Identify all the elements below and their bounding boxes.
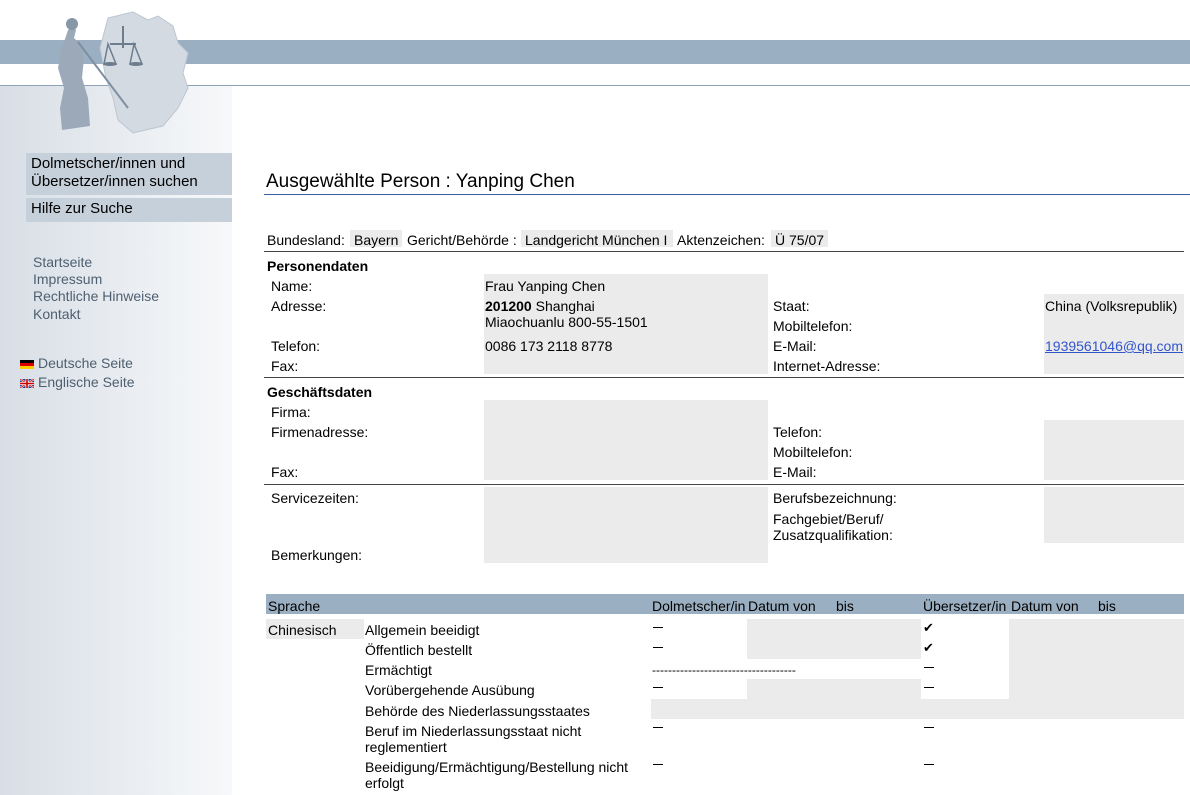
link-english-page[interactable]: Englische Seite bbox=[20, 374, 135, 391]
row-nicht-erfolgt-line1: Beeidigung/Ermächtigung/Bestellung nicht bbox=[365, 759, 629, 775]
behoerde-value-box bbox=[651, 699, 1184, 719]
geschaeftsdaten-heading: Geschäftsdaten bbox=[267, 384, 373, 400]
no-mark bbox=[924, 687, 934, 688]
col-dolmetscher: Dolmetscher/in bbox=[652, 598, 746, 614]
row-beruf-nicht-reglementiert-line2: reglementiert bbox=[365, 739, 447, 755]
no-mark bbox=[653, 627, 663, 628]
link-kontakt[interactable]: Kontakt bbox=[33, 306, 80, 323]
dolmetscher-date-cells bbox=[747, 619, 921, 659]
geschaeft-telefon-label: Telefon: bbox=[773, 424, 823, 440]
search-label-line2: Übersetzer/innen suchen bbox=[31, 173, 198, 190]
no-mark bbox=[924, 667, 934, 668]
row-nicht-erfolgt-line2: erfolgt bbox=[365, 775, 404, 791]
check-icon: ✔ bbox=[923, 620, 934, 635]
adresse-street: Miaochuanlu 800-55-1501 bbox=[485, 314, 648, 330]
geschaeft-fax-label: Fax: bbox=[271, 464, 299, 480]
geschaeftsdaten-value-box bbox=[484, 400, 768, 480]
service-value-box bbox=[484, 487, 768, 563]
col-datum-von-2: Datum von bbox=[1011, 598, 1079, 614]
geschaeftsdaten-right-box bbox=[1044, 420, 1184, 480]
mobil-label: Mobiltelefon: bbox=[773, 318, 853, 334]
search-help-label: Hilfe zur Suche bbox=[31, 200, 133, 217]
col-uebersetzer: Übersetzer/in bbox=[923, 598, 1007, 614]
no-mark bbox=[653, 647, 663, 648]
title-rule bbox=[264, 194, 1190, 195]
link-startseite[interactable]: Startseite bbox=[33, 254, 92, 271]
aktenzeichen-value: Ü 75/07 bbox=[775, 232, 825, 248]
firmenadresse-label: Firmenadresse: bbox=[271, 424, 369, 440]
service-label: Servicezeiten: bbox=[271, 490, 359, 506]
col-sprache: Sprache bbox=[268, 598, 321, 614]
uk-flag-icon bbox=[20, 378, 34, 388]
personendaten-heading: Personendaten bbox=[267, 258, 369, 274]
row-voruebergehende-ausuebung: Vorübergehende Ausübung bbox=[365, 682, 535, 698]
german-page-label: Deutsche Seite bbox=[38, 355, 133, 371]
row-behoerde: Behörde des Niederlassungsstaates bbox=[365, 703, 590, 719]
bemerkungen-label: Bemerkungen: bbox=[271, 547, 363, 563]
divider bbox=[264, 377, 1184, 378]
geschaeft-email-label: E-Mail: bbox=[773, 464, 817, 480]
fachgebiet-label-line2: Zusatzqualifikation: bbox=[773, 527, 893, 543]
justitia-germany-logo bbox=[58, 11, 189, 134]
row-allgemein-beeidigt: Allgemein beeidigt bbox=[365, 622, 480, 638]
check-icon: ✔ bbox=[923, 640, 934, 655]
language-name: Chinesisch bbox=[268, 622, 337, 638]
uebersetzer-date-cells bbox=[1009, 619, 1184, 699]
search-interpreters-button[interactable]: Dolmetscher/innen und Übersetzer/innen s… bbox=[26, 153, 232, 195]
staat-label: Staat: bbox=[773, 298, 810, 314]
divider bbox=[264, 251, 1184, 252]
gericht-label: Gericht/Behörde : bbox=[407, 232, 517, 248]
divider bbox=[264, 484, 1184, 485]
row-oeffentlich-bestellt: Öffentlich bestellt bbox=[365, 642, 473, 658]
email-link-text[interactable]: 1939561046@qq.com bbox=[1045, 338, 1183, 354]
adresse-city: Shanghai bbox=[531, 298, 595, 314]
name-label: Name: bbox=[271, 278, 313, 294]
aktenzeichen-label: Aktenzeichen: bbox=[677, 232, 765, 248]
english-page-label: Englische Seite bbox=[38, 374, 135, 390]
firma-label: Firma: bbox=[271, 404, 311, 420]
email-label: E-Mail: bbox=[773, 338, 817, 354]
no-mark bbox=[653, 727, 663, 728]
link-german-page[interactable]: Deutsche Seite bbox=[20, 355, 133, 372]
search-help-button[interactable]: Hilfe zur Suche bbox=[26, 198, 232, 222]
adresse-plz: 201200 bbox=[485, 298, 532, 314]
fax-label: Fax: bbox=[271, 358, 299, 374]
beruf-label: Berufsbezeichnung: bbox=[773, 490, 897, 506]
dolmetscher-date-cells bbox=[747, 679, 921, 699]
row-ermaechtigt: Ermächtigt bbox=[365, 662, 432, 678]
col-datum-von-1: Datum von bbox=[748, 598, 816, 614]
bundesland-label: Bundesland: bbox=[267, 232, 345, 248]
ermaechtigt-dashes: ------------------------------------ bbox=[652, 663, 796, 677]
staat-value: China (Volksrepublik) bbox=[1045, 298, 1178, 314]
bundesland-value: Bayern bbox=[354, 232, 399, 248]
adresse-label: Adresse: bbox=[271, 298, 327, 314]
beruf-value-box bbox=[1044, 487, 1184, 543]
german-flag-icon bbox=[20, 359, 34, 369]
geschaeft-mobil-label: Mobiltelefon: bbox=[773, 444, 853, 460]
col-bis-2: bis bbox=[1098, 598, 1116, 614]
no-mark bbox=[924, 764, 934, 765]
no-mark bbox=[653, 764, 663, 765]
internet-label: Internet-Adresse: bbox=[773, 358, 881, 374]
gericht-value: Landgericht München I bbox=[525, 232, 668, 248]
telefon-label: Telefon: bbox=[271, 338, 321, 354]
telefon-value: 0086 173 2118 8778 bbox=[485, 338, 613, 354]
col-bis-1: bis bbox=[836, 598, 854, 614]
no-mark bbox=[653, 687, 663, 688]
page-title: Ausgewählte Person : Yanping Chen bbox=[266, 171, 575, 192]
name-value: Frau Yanping Chen bbox=[485, 278, 606, 294]
link-impressum[interactable]: Impressum bbox=[33, 271, 102, 288]
search-label-line1: Dolmetscher/innen und bbox=[31, 155, 186, 172]
no-mark bbox=[924, 727, 934, 728]
link-rechtliche-hinweise[interactable]: Rechtliche Hinweise bbox=[33, 288, 159, 305]
email-link[interactable]: 1939561046@qq.com bbox=[1045, 337, 1183, 355]
